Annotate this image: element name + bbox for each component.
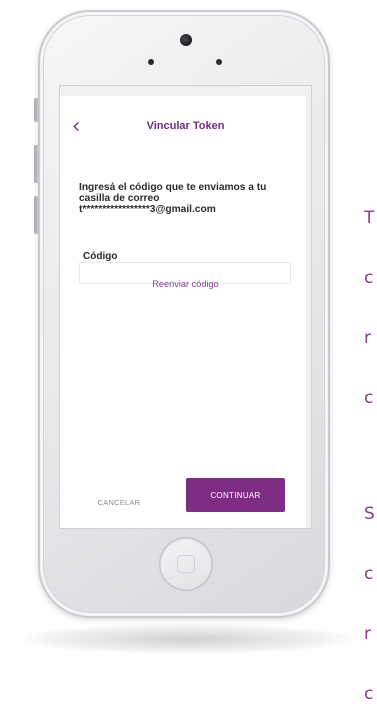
resend-code-link[interactable]: Reenviar código	[60, 279, 311, 289]
side-caption-line: c	[364, 388, 374, 408]
phone-shadow	[22, 624, 352, 654]
front-camera	[180, 34, 192, 46]
side-caption-line: c	[364, 684, 374, 704]
side-caption-line: T	[364, 208, 375, 228]
side-caption-line: c	[364, 564, 374, 584]
app-screen: Vincular Token Ingresá el código que te …	[60, 86, 311, 528]
side-caption-gap	[364, 448, 375, 464]
masked-email: t*****************3@gmail.com	[79, 204, 216, 215]
home-square-icon	[177, 555, 195, 573]
side-caption-line: S	[364, 504, 375, 524]
page-title: Vincular Token	[146, 120, 225, 132]
side-caption-line: r	[364, 624, 371, 644]
continue-button[interactable]: CONTINUAR	[186, 478, 285, 512]
side-caption-cropped: T c r c S c r c	[364, 168, 375, 724]
cancel-button[interactable]: CANCELAR	[87, 492, 151, 512]
sensor-dot-left	[148, 59, 154, 65]
status-bar	[60, 86, 311, 96]
screen-edge	[306, 86, 311, 528]
side-caption-line: c	[364, 268, 374, 288]
side-caption-line: r	[364, 328, 371, 348]
sensor-dot-right	[216, 59, 222, 65]
home-button[interactable]	[159, 537, 213, 591]
instruction-message: Ingresá el código que te enviamos a tu c…	[79, 182, 267, 204]
code-field-label: Código	[83, 251, 118, 262]
instruction-text: Ingresá el código que te enviamos a tu c…	[79, 182, 295, 215]
